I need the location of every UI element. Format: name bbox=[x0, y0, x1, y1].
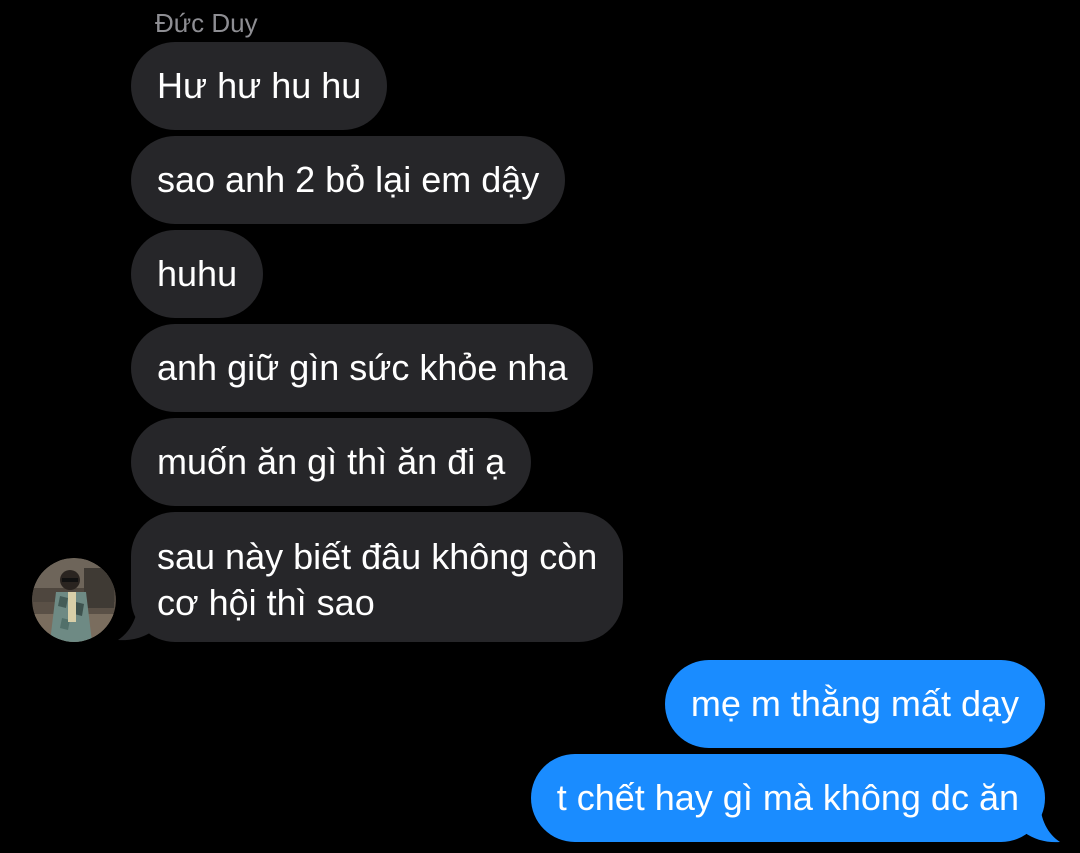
message-bubble-incoming[interactable]: sao anh 2 bỏ lại em dậy bbox=[131, 136, 566, 224]
avatar[interactable] bbox=[32, 558, 116, 642]
message-bubble-incoming[interactable]: Hư hư hu hu bbox=[131, 42, 388, 130]
sender-name: Đức Duy bbox=[155, 8, 258, 38]
message-bubble-incoming[interactable]: huhu bbox=[131, 230, 264, 318]
message-bubble-incoming[interactable]: anh giữ gìn sức khỏe nha bbox=[131, 324, 594, 412]
message-bubble-outgoing[interactable]: t chết hay gì mà không dc ăn bbox=[530, 754, 1045, 842]
message-bubble-incoming[interactable]: muốn ăn gì thì ăn đi ạ bbox=[131, 418, 532, 506]
bubble-tail-outgoing bbox=[1024, 800, 1060, 843]
message-text: anh giữ gìn sức khỏe nha bbox=[157, 347, 568, 388]
message-text: muốn ăn gì thì ăn đi ạ bbox=[157, 441, 506, 482]
message-text-line: cơ hội thì sao bbox=[157, 582, 375, 623]
message-bubble-outgoing[interactable]: mẹ m thằng mất dạy bbox=[664, 660, 1045, 748]
message-text: t chết hay gì mà không dc ăn bbox=[556, 777, 1019, 818]
message-text: huhu bbox=[157, 253, 238, 294]
bubble-tail-incoming bbox=[118, 600, 154, 641]
message-text-line: sau này biết đâu không còn bbox=[157, 536, 598, 577]
message-bubble-incoming[interactable]: sau này biết đâu không còn cơ hội thì sa… bbox=[131, 512, 624, 642]
message-text: sao anh 2 bỏ lại em dậy bbox=[157, 159, 540, 200]
message-text: Hư hư hu hu bbox=[157, 65, 362, 106]
avatar-photo-icon bbox=[32, 558, 116, 642]
message-text: mẹ m thằng mất dạy bbox=[690, 683, 1019, 724]
